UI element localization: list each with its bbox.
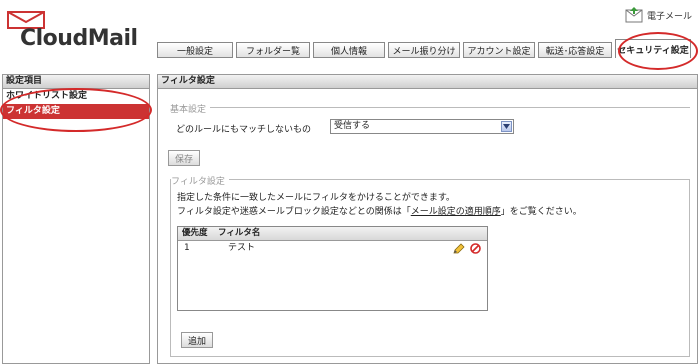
chevron-down-icon[interactable] <box>501 121 512 132</box>
panel-title: フィルタ設定 <box>158 75 697 89</box>
apply-order-link[interactable]: メール設定の適用順序 <box>411 207 501 217</box>
edit-pencil-icon[interactable] <box>453 243 465 254</box>
filter-table: 優先度 フィルタ名 1 テスト <box>177 226 488 311</box>
sidebar-header: 設定項目 <box>3 75 149 89</box>
tab-account-settings[interactable]: アカウント設定 <box>463 42 535 58</box>
filter-settings-group: フィルタ設定 指定した条件に一致したメールにフィルタをかけることができます。 フ… <box>170 174 690 357</box>
save-button[interactable]: 保存 <box>168 150 201 166</box>
email-icon <box>625 7 643 23</box>
tab-forward-reply[interactable]: 転送･応答設定 <box>538 42 612 58</box>
row-filter-name: テスト <box>228 243 256 253</box>
settings-tabs: 一般設定 フォルダー覧 個人情報 メール振り分け アカウント設定 転送･応答設定… <box>157 39 696 58</box>
basic-settings-group: 基本設定 どのルールにもマッチしないもの 受信する <box>170 102 690 147</box>
filter-relation-note: フィルタ設定や迷惑メールブロック設定などとの関係は「メール設定の適用順序」をご覧… <box>177 207 582 217</box>
default-rule-label: どのルールにもマッチしないもの <box>176 125 312 135</box>
tab-folder-list[interactable]: フォルダー覧 <box>236 42 310 58</box>
email-link-label: 電子メール <box>646 11 692 22</box>
cloudmail-logo: CloudMail <box>6 10 156 51</box>
delete-icon[interactable] <box>470 243 481 254</box>
tab-personal-info[interactable]: 個人情報 <box>313 42 385 58</box>
column-filter-name: フィルタ名 <box>218 228 261 238</box>
basic-settings-legend: 基本設定 <box>170 102 211 115</box>
annotation-ellipse-sidebar <box>0 88 152 132</box>
tab-general[interactable]: 一般設定 <box>157 42 233 58</box>
row-priority: 1 <box>184 243 190 253</box>
filter-settings-panel: フィルタ設定 基本設定 どのルールにもマッチしないもの 受信する 保存 フィルタ… <box>157 74 698 364</box>
annotation-ellipse-tab <box>618 32 698 70</box>
default-action-select[interactable]: 受信する <box>330 119 514 134</box>
filter-table-header: 優先度 フィルタ名 <box>178 227 487 241</box>
tab-mail-sorting[interactable]: メール振り分け <box>388 42 460 58</box>
logo-text: CloudMail <box>20 26 138 51</box>
table-row[interactable]: 1 テスト <box>178 241 487 256</box>
filter-settings-legend: フィルタ設定 <box>171 174 229 187</box>
column-priority: 優先度 <box>182 228 208 238</box>
add-filter-button[interactable]: 追加 <box>181 332 214 348</box>
filter-description: 指定した条件に一致したメールにフィルタをかけることができます。 <box>177 193 455 203</box>
email-link[interactable]: 電子メール <box>625 6 692 24</box>
